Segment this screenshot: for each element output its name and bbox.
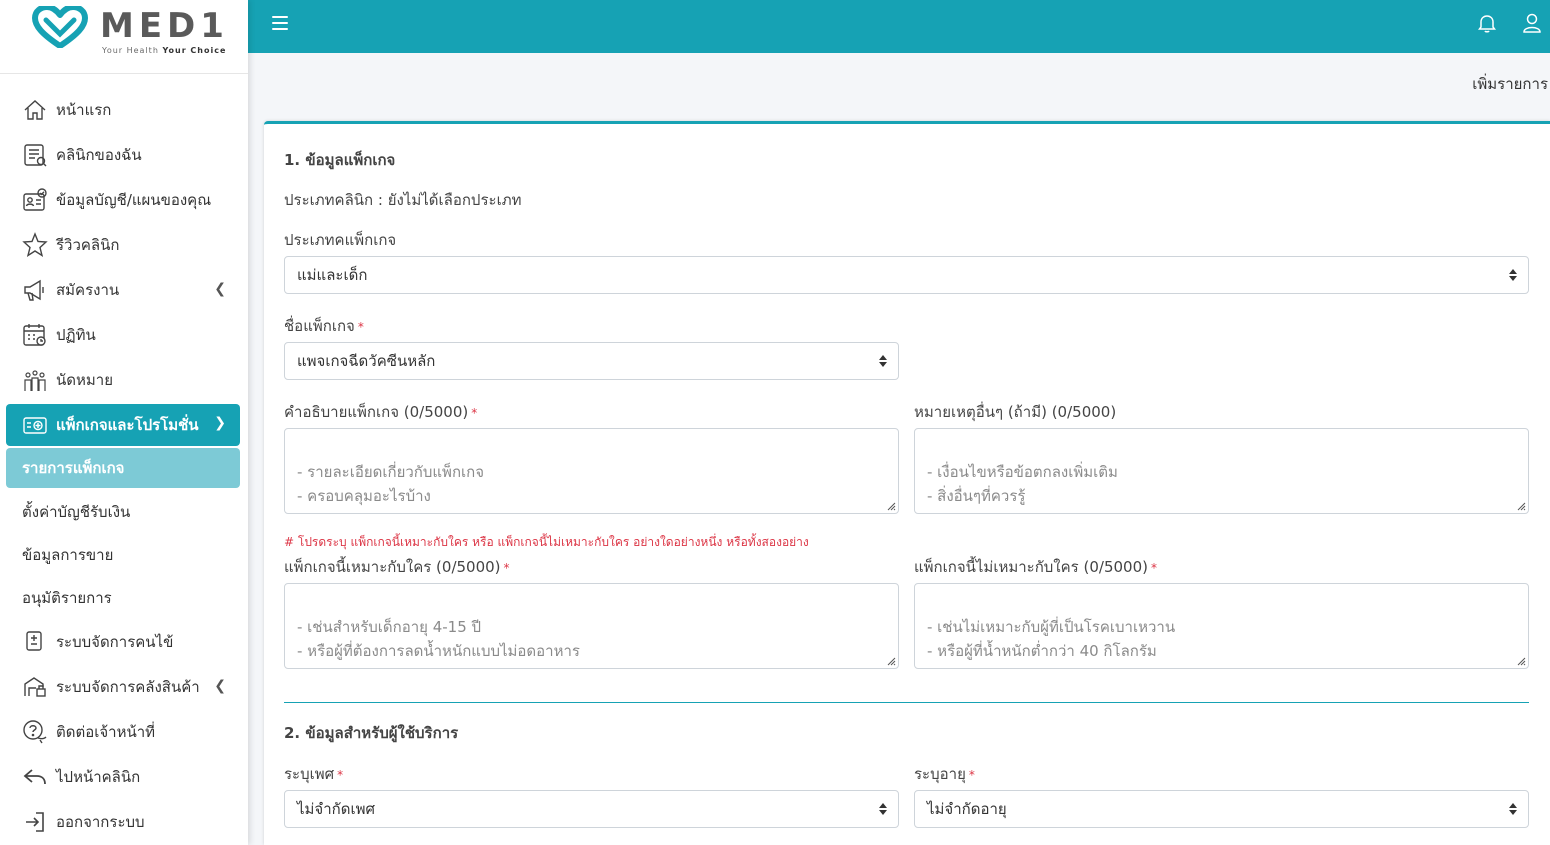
gender-select[interactable]: ไม่จำกัดเพศ <box>284 790 899 828</box>
not-suitable-for-textarea[interactable]: - เช่นไม่เหมาะกับผู้ที่เป็นโรคเบาเหวาน -… <box>914 583 1529 669</box>
support-icon <box>22 719 48 745</box>
sidebar-item-label: หน้าแรก <box>56 100 112 119</box>
sidebar-item-label: ออกจากระบบ <box>56 812 145 831</box>
sidebar-item-reviews[interactable]: รีวิวคลินิก <box>0 222 248 267</box>
description-textarea[interactable]: - รายละเอียดเกี่ยวกับแพ็กเกจ - ครอบคลุมอ… <box>284 428 899 514</box>
appointment-icon <box>22 367 48 393</box>
resize-grip-icon[interactable] <box>886 656 896 666</box>
megaphone-icon <box>22 277 48 303</box>
select-arrows-icon <box>1509 269 1517 281</box>
package-name-value: แพจเกจฉีดวัคซีนหลัก <box>297 352 436 370</box>
package-form-card: 1. ข้อมูลแพ็กเกจ ประเภทคลินิก : ยังไม่ได… <box>264 121 1550 845</box>
gender-value: ไม่จำกัดเพศ <box>297 800 376 818</box>
sidebar-item-label: ระบบจัดการคนไข้ <box>56 632 174 651</box>
sidebar-nav: หน้าแรก คลินิกของฉัน ข้อมูลบัญชี/แผนของค… <box>0 74 248 844</box>
select-arrows-icon <box>879 355 887 367</box>
sidebar-item-home[interactable]: หน้าแรก <box>0 87 248 132</box>
warehouse-icon <box>22 674 48 700</box>
chevron-left-icon: ❮ <box>214 678 226 694</box>
logout-icon <box>22 809 48 835</box>
chevron-left-icon: ❮ <box>214 281 226 297</box>
sidebar-item-contact[interactable]: ติดต่อเจ้าหน้าที่ <box>0 709 248 754</box>
resize-grip-icon[interactable] <box>886 501 896 511</box>
heart-logo-icon <box>32 6 88 48</box>
brand-tagline: Your Health Your Choice <box>102 46 227 55</box>
calendar-icon <box>22 322 48 348</box>
section-title-package-info: 1. ข้อมูลแพ็กเกจ <box>284 151 396 169</box>
sidebar-item-calendar[interactable]: ปฏิทิน <box>0 312 248 357</box>
remark-label: หมายเหตุอื่นๆ (ถ้ามี) (0/5000) <box>914 403 1117 421</box>
sidebar-subitem-package-list[interactable]: รายการแพ็กเกจ <box>6 448 240 488</box>
remark-textarea[interactable]: - เงื่อนไขหรือข้อตกลงเพิ่มเติม - สิ่งอื่… <box>914 428 1529 514</box>
sidebar-item-my-clinic[interactable]: คลินิกของฉัน <box>0 132 248 177</box>
not-suitable-for-label: แพ็กเกจนี้ไม่เหมาะกับใคร (0/5000) * <box>914 558 1157 576</box>
page-title: เพิ่มรายการ <box>1472 75 1548 93</box>
package-name-label: ชื่อแพ็กเกจ * <box>284 317 364 335</box>
suitable-for-textarea[interactable]: - เช่นสำหรับเด็กอายุ 4-15 ปี - หรือผู้ที… <box>284 583 899 669</box>
account-card-icon <box>22 187 48 213</box>
brand-logo[interactable]: MED1 Your Health Your Choice <box>0 0 248 74</box>
patient-list-icon <box>22 629 48 655</box>
sidebar-item-patients[interactable]: ระบบจัดการคนไข้ <box>0 619 248 664</box>
bell-icon[interactable] <box>1478 13 1496 33</box>
sidebar-item-appointments[interactable]: นัดหมาย <box>0 357 248 402</box>
back-arrow-icon <box>22 764 48 790</box>
brand-name: MED1 <box>100 6 229 46</box>
home-icon <box>22 97 48 123</box>
sidebar-item-label: ระบบจัดการคลังสินค้า <box>56 677 200 696</box>
clinic-type-text: ประเภทคลินิก : ยังไม่ได้เลือกประเภท <box>284 191 522 209</box>
package-name-select[interactable]: แพจเกจฉีดวัคซีนหลัก <box>284 342 899 380</box>
resize-grip-icon[interactable] <box>1516 501 1526 511</box>
section-title-user-info: 2. ข้อมูลสำหรับผู้ใช้บริการ <box>284 724 459 742</box>
package-type-label: ประเภทคแพ็กเกจ <box>284 231 397 249</box>
package-type-select[interactable]: แม่และเด็ก <box>284 256 1529 294</box>
sidebar-item-approvals[interactable]: อนุมัติรายการ <box>0 576 248 619</box>
chevron-down-icon: ❯ <box>214 415 226 431</box>
user-icon[interactable] <box>1522 12 1542 34</box>
sidebar-item-label: ติดต่อเจ้าหน้าที่ <box>56 722 156 741</box>
sidebar-item-packages[interactable]: แพ็กเกจและโปรโมชั่น ❯ <box>6 404 240 446</box>
sidebar: MED1 Your Health Your Choice หน้าแรก คลิ… <box>0 0 248 845</box>
topbar <box>248 0 1550 53</box>
sidebar-item-sales[interactable]: ข้อมูลการขาย <box>0 533 248 576</box>
age-select[interactable]: ไม่จำกัดอายุ <box>914 790 1529 828</box>
resize-grip-icon[interactable] <box>1516 656 1526 666</box>
clinic-list-icon <box>22 142 48 168</box>
package-type-value: แม่และเด็ก <box>297 266 368 284</box>
sidebar-item-label: นัดหมาย <box>56 370 113 389</box>
sidebar-item-logout[interactable]: ออกจากระบบ <box>0 799 248 844</box>
sidebar-item-label: ปฏิทิน <box>56 325 96 344</box>
sidebar-item-label: สมัครงาน <box>56 280 120 299</box>
description-label: คำอธิบายแพ็กเกจ (0/5000) * <box>284 403 478 421</box>
select-arrows-icon <box>1509 803 1517 815</box>
sidebar-item-label: ข้อมูลบัญชี/แผนของคุณ <box>56 190 212 209</box>
sidebar-item-payout-settings[interactable]: ตั้งค่าบัญชีรับเงิน <box>0 490 248 533</box>
age-value: ไม่จำกัดอายุ <box>927 800 1007 818</box>
age-label: ระบุอายุ * <box>914 765 975 783</box>
package-icon <box>22 412 48 438</box>
suitable-for-label: แพ็กเกจนี้เหมาะกับใคร (0/5000) * <box>284 558 510 576</box>
sidebar-item-go-clinic[interactable]: ไปหน้าคลินิก <box>0 754 248 799</box>
section-divider <box>284 702 1529 703</box>
sidebar-item-label: แพ็กเกจและโปรโมชั่น <box>56 416 199 434</box>
sidebar-item-warehouse[interactable]: ระบบจัดการคลังสินค้า ❮ <box>0 664 248 709</box>
suitability-note: # โปรดระบุ แพ็กเกจนี้เหมาะกับใคร หรือ แพ… <box>284 535 809 549</box>
sidebar-item-label: คลินิกของฉัน <box>56 145 142 164</box>
sidebar-item-jobs[interactable]: สมัครงาน ❮ <box>0 267 248 312</box>
sidebar-item-account[interactable]: ข้อมูลบัญชี/แผนของคุณ <box>0 177 248 222</box>
sidebar-item-label: ไปหน้าคลินิก <box>56 767 141 786</box>
star-icon <box>22 231 48 258</box>
gender-label: ระบุเพศ * <box>284 765 344 783</box>
sidebar-item-label: รีวิวคลินิก <box>56 235 120 254</box>
select-arrows-icon <box>879 803 887 815</box>
hamburger-icon[interactable] <box>272 16 288 30</box>
